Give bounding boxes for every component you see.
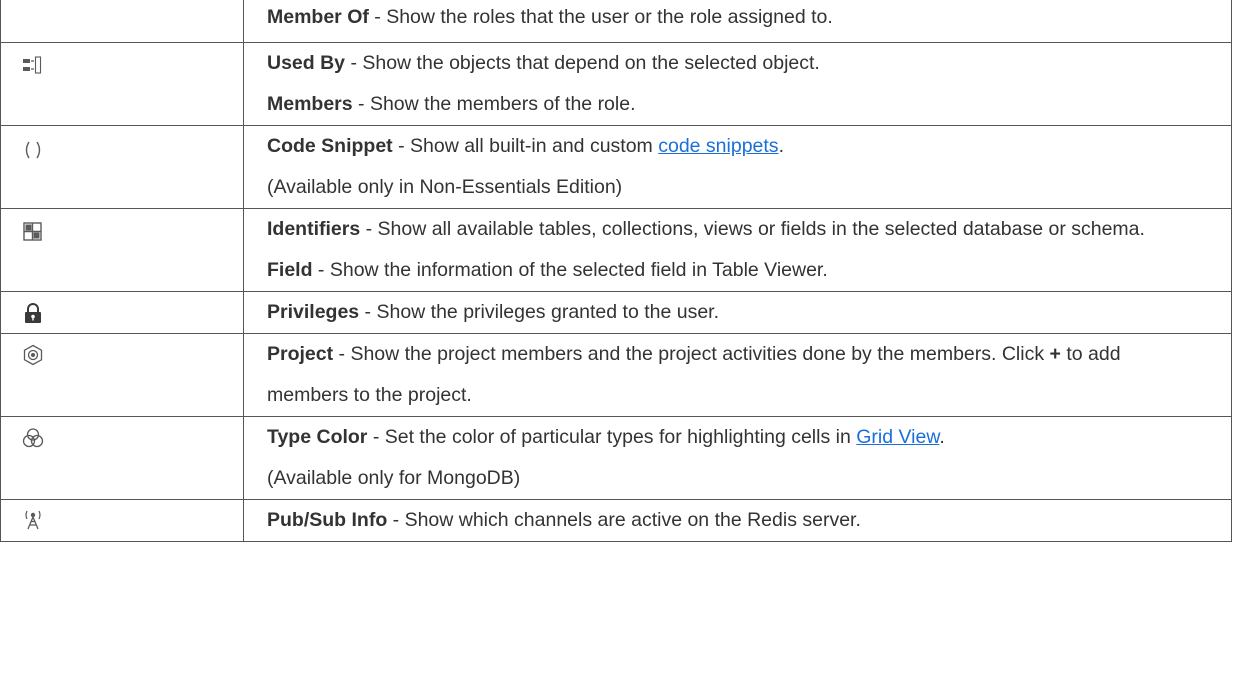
table-row: Member Of - Show the roles that the user… [0,0,1232,43]
icon-cell [0,333,244,417]
info-pane-table: Member Of - Show the roles that the user… [0,0,1232,542]
description-cell: Identifiers - Show all available tables,… [243,208,1232,292]
term-members: Members [267,93,353,115]
term-used-by: Used By [267,52,346,74]
table-row: Type Color - Set the color of particular… [0,416,1232,500]
term-field: Field [267,259,313,281]
description-line: Code Snippet - Show all built-in and cus… [267,135,784,157]
icon-cell [0,499,244,542]
code-snippets-link[interactable]: code snippets [658,135,778,157]
term-identifiers: Identifiers [267,218,361,240]
description-cell: Pub/Sub Info - Show which channels are a… [243,499,1232,542]
icon-cell [0,42,244,126]
icon-cell [0,0,244,43]
lock-icon [22,302,44,324]
description-cell: Code Snippet - Show all built-in and cus… [243,125,1232,209]
term-type-color: Type Color [267,426,368,448]
table-row: Pub/Sub Info - Show which channels are a… [0,499,1232,542]
description-cell: Privileges - Show the privileges granted… [243,291,1232,334]
description-line: Member Of - Show the roles that the user… [267,6,833,28]
description-line: Privileges - Show the privileges granted… [267,301,720,323]
description-cell: Project - Show the project members and t… [243,333,1232,417]
code-snippet-icon [22,139,44,161]
icon-cell [0,125,244,209]
description-cell: Type Color - Set the color of particular… [243,416,1232,500]
table-row: Used By - Show the objects that depend o… [0,42,1232,126]
term-privileges: Privileges [267,301,360,323]
type-color-icon [22,427,44,449]
description-line: Project - Show the project members and t… [267,343,1121,406]
term-pubsub-info: Pub/Sub Info [267,509,388,531]
icon-cell [0,291,244,334]
project-icon [22,344,44,366]
plus-icon: + [1049,343,1061,365]
table-row: Project - Show the project members and t… [0,333,1232,417]
term-member-of: Member Of [267,6,369,28]
table-row: Privileges - Show the privileges granted… [0,291,1232,334]
icon-cell [0,416,244,500]
description-line: Type Color - Set the color of particular… [267,426,945,448]
description-line: Members - Show the members of the role. [267,93,636,115]
pubsub-icon [22,508,44,530]
description-line: (Available only in Non-Essentials Editio… [267,176,623,198]
description-line: (Available only for MongoDB) [267,467,521,489]
used-by-icon [22,55,44,77]
description-line: Identifiers - Show all available tables,… [267,218,1145,240]
grid-view-link[interactable]: Grid View [856,426,939,448]
identifiers-icon [22,221,44,243]
term-code-snippet: Code Snippet [267,135,393,157]
table-row: Identifiers - Show all available tables,… [0,208,1232,292]
icon-cell [0,208,244,292]
description-line: Field - Show the information of the sele… [267,259,828,281]
term-project: Project [267,343,334,365]
description-line: Pub/Sub Info - Show which channels are a… [267,509,861,531]
description-cell: Used By - Show the objects that depend o… [243,42,1232,126]
description-cell: Member Of - Show the roles that the user… [243,0,1232,43]
table-row: Code Snippet - Show all built-in and cus… [0,125,1232,209]
description-line: Used By - Show the objects that depend o… [267,52,820,74]
